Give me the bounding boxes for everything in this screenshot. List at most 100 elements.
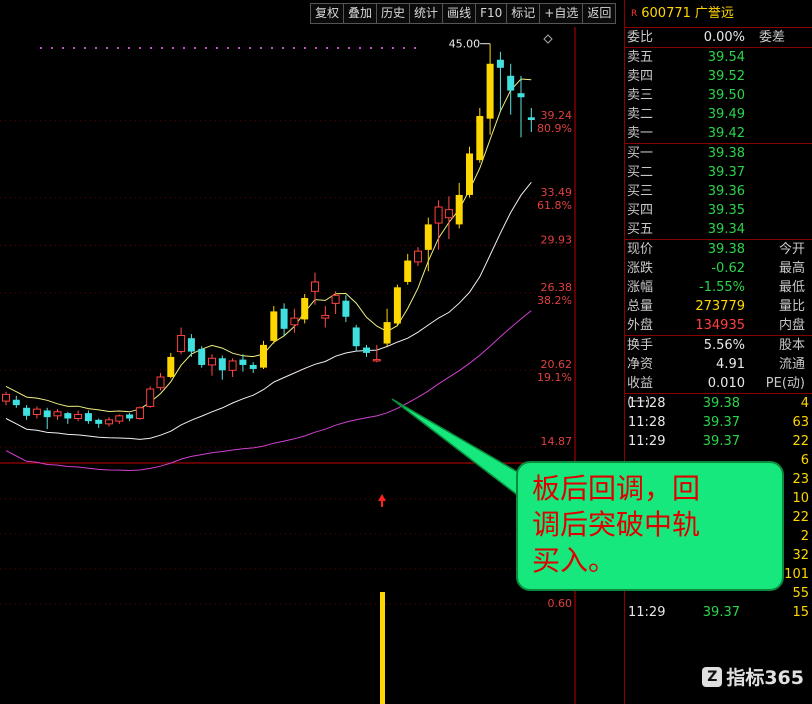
candle-body: [135, 407, 144, 419]
row-label: 卖四: [627, 69, 654, 84]
row-label-right: 股本: [778, 338, 805, 353]
tick-time: 11:28: [628, 415, 666, 430]
toolbar-button-2[interactable]: 历史: [376, 3, 410, 24]
candle-body: [239, 359, 247, 365]
candle-body: [527, 117, 535, 120]
row-value: 39.37: [707, 165, 745, 180]
toolbar-button-4[interactable]: 画线: [442, 3, 476, 24]
row-label-right: 今开: [778, 242, 805, 257]
row-label: 净资: [627, 357, 654, 372]
candle-body: [393, 287, 401, 324]
candle-body: [434, 206, 443, 224]
marker-dot: [293, 47, 295, 49]
candle-body: [517, 93, 525, 98]
row-value: 39.50: [707, 88, 745, 103]
quote-stats-row: 涨跌 -0.62 最高: [625, 259, 812, 278]
candle-body: [53, 411, 62, 417]
candle-body: [352, 327, 360, 347]
weibi-row: 委比 0.00% 委差: [625, 28, 812, 47]
marker-dot: [106, 47, 108, 49]
candle-body: [342, 300, 350, 317]
price-axis-label: 29.93: [541, 233, 573, 246]
row-label: 现价: [627, 242, 654, 257]
tick-time: 11:29: [628, 605, 666, 620]
stock-title: R 600771 广誉远: [625, 0, 812, 28]
bid-list: 买一 39.38 买二 39.37 买三 39.36 买四 39.35 买五 39.34: [625, 144, 812, 239]
row-label: 卖二: [627, 107, 654, 122]
marker-dot: [359, 47, 361, 49]
candle-body: [331, 294, 340, 304]
toolbar-button-6[interactable]: 标记: [506, 3, 540, 24]
stock-name: 广誉远: [694, 6, 734, 21]
pct-axis-label: 61.8%: [537, 199, 572, 212]
quote-asks-row: 卖二 39.49: [625, 105, 812, 124]
quote-stats-row: 现价 39.38 今开: [625, 240, 812, 259]
row-value: 4.91: [716, 357, 745, 372]
callout-line-2: 调后突破中轨: [532, 508, 701, 541]
marker-dot: [95, 47, 97, 49]
kline-chart-area[interactable]: 39.24 80.9% 33.49 61.8% 29.93 26.38 38.2% 20.62…: [0, 27, 576, 704]
marker-dot: [216, 47, 218, 49]
annotation-callout: 板后回调，回 调后突破中轨 买入。: [516, 461, 784, 591]
row-label: 买一: [627, 146, 654, 161]
row-value: 5.56%: [703, 338, 745, 353]
toolbar-button-5[interactable]: F10: [475, 3, 507, 24]
price-axis-label: 20.62: [541, 358, 573, 371]
row-label: 涨跌: [627, 261, 654, 276]
callout-line-1: 板后回调，回: [532, 472, 701, 505]
marker-dot: [282, 47, 284, 49]
candle-body: [115, 415, 124, 422]
ask-list: 卖五 39.54 卖四 39.52 卖三 39.50 卖二 39.49 卖一 39.42: [625, 48, 812, 143]
row-label: 涨幅: [627, 280, 654, 295]
candle-body: [43, 410, 51, 418]
kline-chart[interactable]: 39.2480.9% 33.4961.8% 29.93 26.3838.2% 20.62…: [0, 27, 576, 704]
toolbar-button-7[interactable]: +自选: [539, 3, 583, 24]
marker-dot: [62, 47, 64, 49]
tick-row: 11:28 39.38 4: [625, 394, 812, 413]
quote-bids-row: 买四 39.35: [625, 201, 812, 220]
quote-asks-row: 卖三 39.50: [625, 86, 812, 105]
tick-vol: 63: [792, 415, 809, 430]
tick-vol: 4: [800, 396, 809, 411]
candle-body: [444, 209, 453, 219]
candle-body: [74, 413, 83, 419]
marker-dot: [40, 47, 42, 49]
quote-bids-row: 买二 39.37: [625, 163, 812, 182]
marker-dot: [150, 47, 152, 49]
candle-body: [146, 388, 155, 407]
toolbar-button-1[interactable]: 叠加: [343, 3, 377, 24]
marker-dot: [414, 47, 416, 49]
row-value: 39.36: [707, 184, 745, 199]
tick-price: 39.37: [702, 434, 740, 449]
stock-code: 600771: [641, 6, 691, 21]
row-value: 39.49: [707, 107, 745, 122]
candle-body: [156, 376, 165, 389]
candle-body: [301, 298, 309, 320]
row-value: 39.35: [707, 203, 745, 218]
toolbar-button-8[interactable]: 返回: [582, 3, 617, 24]
callout-line-3: 买入。: [532, 544, 617, 577]
weibi-label: 委比: [627, 30, 654, 45]
marker-dot: [238, 47, 240, 49]
candle-body: [476, 115, 484, 161]
marker-dot: [348, 47, 350, 49]
toolbar-button-3[interactable]: 统计: [409, 3, 443, 24]
row-value: 39.52: [707, 69, 745, 84]
tick-row: 11:28 39.37 63: [625, 413, 812, 432]
candle-body: [372, 359, 381, 362]
quote-bids-row: 买五 39.34: [625, 220, 812, 239]
candle-body: [2, 393, 10, 402]
row-value: -1.55%: [699, 280, 745, 295]
row-label: 买五: [627, 222, 654, 237]
marker-dot: [117, 47, 119, 49]
row-label-right: 最高: [778, 261, 805, 276]
marker-dot: [172, 47, 174, 49]
candle-body: [32, 408, 41, 415]
candle-body: [167, 356, 175, 377]
marker-dot: [337, 47, 339, 49]
row-label-right: 流通: [778, 357, 805, 372]
toolbar-button-0[interactable]: 复权: [310, 3, 344, 24]
marker-dot: [73, 47, 75, 49]
price-axis-label: 33.49: [541, 186, 573, 199]
marker-dot: [205, 47, 207, 49]
